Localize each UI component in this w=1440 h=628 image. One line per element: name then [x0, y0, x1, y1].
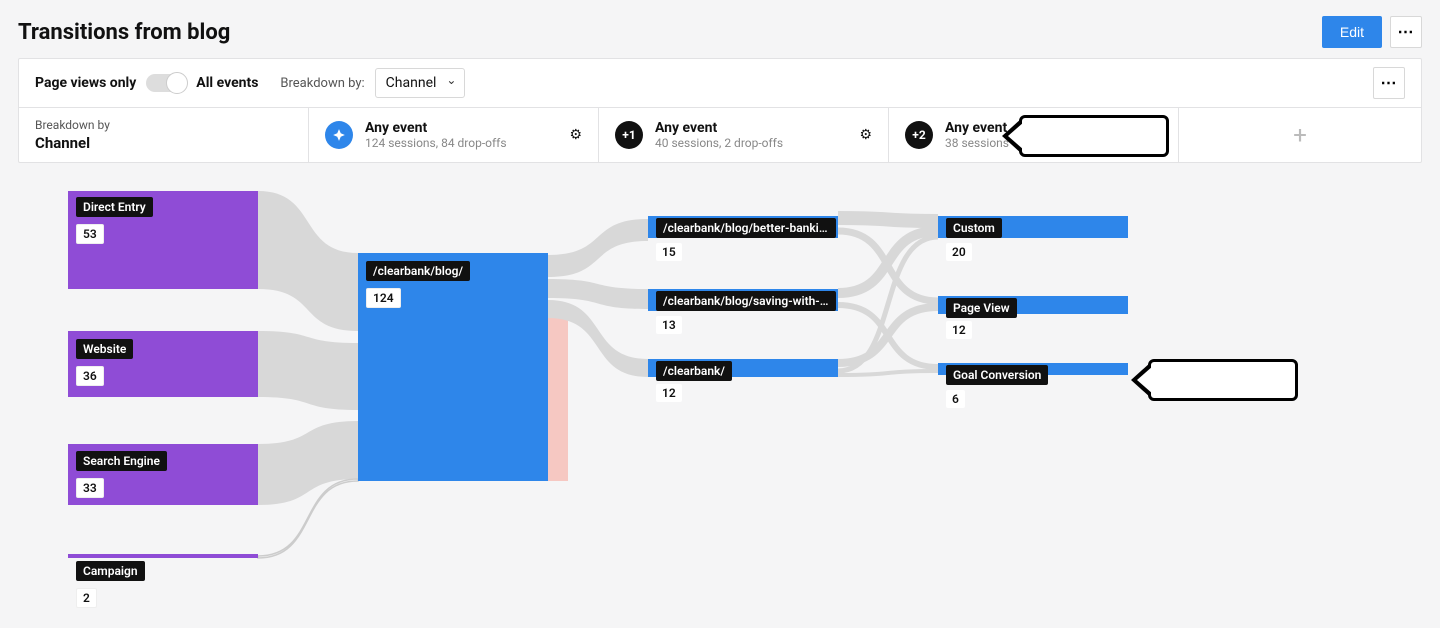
node-blog-count: 124 [366, 288, 401, 308]
edit-button[interactable]: Edit [1322, 16, 1382, 48]
node-pageview-count: 12 [946, 321, 972, 339]
node-pageview-label: Page View [946, 298, 1017, 318]
node-custom-c: 20 [946, 240, 972, 261]
node-better-count: 15 [656, 243, 682, 261]
plus-two-icon: +2 [905, 121, 933, 149]
breakdown-summary[interactable]: Breakdown by Channel [19, 108, 309, 162]
node-custom-label: Custom [946, 218, 1002, 238]
node-saving-label: /clearbank/blog/saving-with-c... [656, 291, 836, 311]
node-search-count: 33 [76, 478, 104, 498]
step-2-gear-icon[interactable]: ⚙ [859, 127, 872, 143]
rocket-icon [325, 121, 353, 149]
node-goal-label: Goal Conversion [946, 365, 1048, 385]
filter-more-button[interactable]: ⋯ [1373, 67, 1405, 99]
step-2[interactable]: +1 Any event 40 sessions, 2 drop-offs ⚙ [599, 108, 889, 162]
more-menu-button[interactable]: ⋯ [1390, 16, 1422, 48]
annotation-arrow-goal [1148, 359, 1298, 401]
node-custom[interactable]: Custom [946, 218, 1002, 242]
node-direct[interactable]: Direct Entry 53 [76, 197, 153, 244]
node-search-label: Search Engine [76, 451, 167, 471]
breakdown-value: Channel [35, 134, 90, 152]
step-2-sub: 40 sessions, 2 drop-offs [655, 136, 847, 150]
plus-one-icon: +1 [615, 121, 643, 149]
node-goal-count: 6 [946, 390, 965, 408]
node-saving-c: 13 [656, 313, 682, 334]
node-campaign-label: Campaign [76, 561, 145, 581]
step-1-title: Any event [365, 120, 557, 136]
breakdown-by-label: Breakdown by: [280, 76, 364, 91]
breakdown-select[interactable]: Channel [375, 68, 466, 98]
step-2-title: Any event [655, 120, 847, 136]
toggle-label-page-views: Page views only [35, 75, 136, 91]
node-root-label: /clearbank/ [656, 361, 732, 381]
step-1-gear-icon[interactable]: ⚙ [569, 127, 582, 143]
node-goal-c: 6 [946, 387, 965, 408]
node-goal[interactable]: Goal Conversion [946, 365, 1048, 389]
node-saving[interactable]: /clearbank/blog/saving-with-c... [656, 291, 836, 315]
node-better[interactable]: /clearbank/blog/better-bankin... [656, 218, 836, 242]
node-website-count: 36 [76, 366, 104, 386]
add-step-button[interactable]: + [1179, 108, 1421, 162]
step-1-sub: 124 sessions, 84 drop-offs [365, 136, 557, 150]
node-campaign-count: 2 [76, 588, 97, 608]
node-root-count: 12 [656, 384, 682, 402]
node-direct-count: 53 [76, 224, 104, 244]
step-1[interactable]: Any event 124 sessions, 84 drop-offs ⚙ [309, 108, 599, 162]
node-root-c: 12 [656, 381, 682, 402]
node-blog[interactable]: /clearbank/blog/ 124 [366, 261, 470, 308]
node-saving-count: 13 [656, 316, 682, 334]
node-website-label: Website [76, 339, 133, 359]
events-toggle[interactable] [146, 74, 186, 92]
node-custom-count: 20 [946, 243, 972, 261]
node-blog-label: /clearbank/blog/ [366, 261, 470, 281]
toggle-label-all-events: All events [196, 75, 258, 91]
page-title: Transitions from blog [18, 20, 230, 45]
node-direct-label: Direct Entry [76, 197, 153, 217]
node-better-label: /clearbank/blog/better-bankin... [656, 218, 836, 238]
node-campaign[interactable]: Campaign 2 [76, 561, 145, 608]
node-website[interactable]: Website 36 [76, 339, 133, 386]
annotation-arrow-step3 [1019, 115, 1169, 157]
node-pageview-c: 12 [946, 318, 972, 339]
breakdown-small-label: Breakdown by [35, 118, 110, 132]
sankey-canvas: Direct Entry 53 Website 36 Search Engine… [18, 181, 1422, 621]
node-better-c: 15 [656, 240, 682, 261]
config-panel: Page views only All events Breakdown by:… [18, 58, 1422, 163]
node-search[interactable]: Search Engine 33 [76, 451, 167, 498]
